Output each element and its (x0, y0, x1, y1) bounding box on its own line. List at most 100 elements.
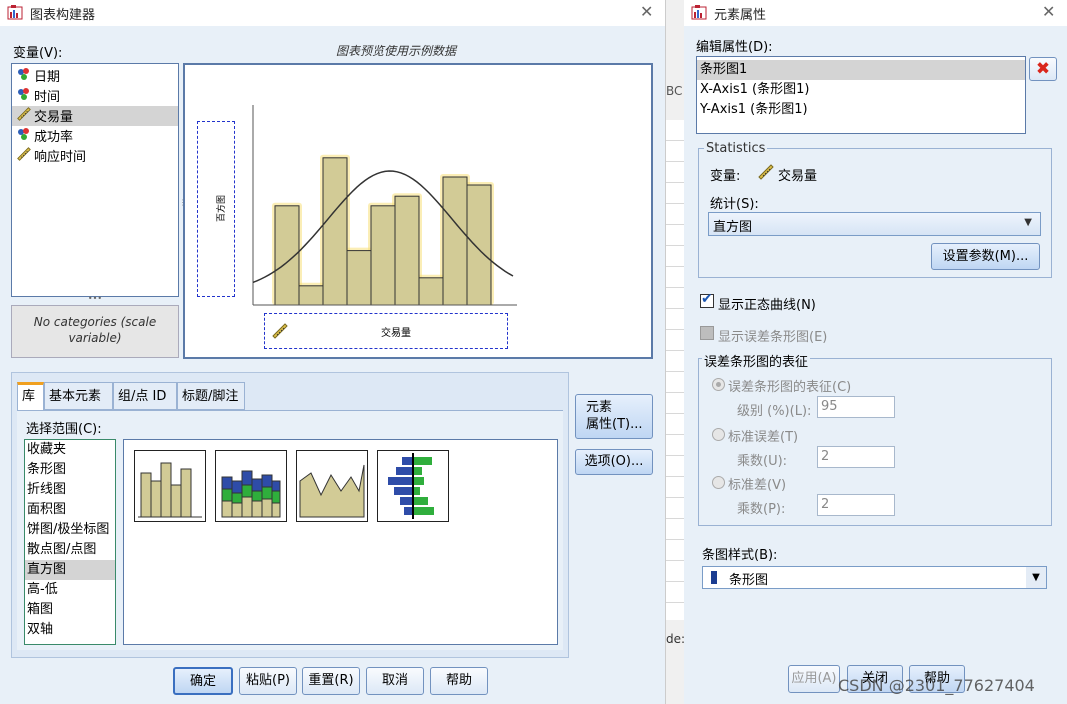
chart-preview-canvas[interactable]: 百方图 交易量 (183, 63, 653, 359)
histogram-preview (252, 105, 517, 306)
stat-select[interactable]: 直方图 ▼ (708, 212, 1041, 236)
chart-type-item[interactable]: 高-低 (25, 580, 115, 600)
variable-label-text: 交易量 (34, 110, 74, 125)
chevron-down-icon: ▼ (1024, 217, 1032, 228)
bg-fragment-bottom: de: (666, 632, 686, 646)
variable-value: 交易量 (778, 169, 818, 184)
normal-curve-checkbox[interactable]: ✔ (700, 291, 714, 308)
delete-x-icon: ✖ (1035, 59, 1051, 79)
dialog-title: 图表构建器 (30, 8, 96, 23)
variable-label-text: 日期 (34, 70, 61, 85)
error-bars-checkbox[interactable] (700, 326, 714, 340)
error-radio[interactable] (712, 378, 725, 391)
error-value-field[interactable]: 95 (817, 396, 895, 418)
right-close-icon[interactable]: ✕ (1042, 2, 1055, 21)
variable-item[interactable]: 响应时间 (12, 146, 178, 166)
reset-button[interactable]: 重置(R) (302, 667, 360, 695)
apply-button[interactable]: 应用(A) (788, 665, 840, 693)
bar-swatch-icon (711, 571, 717, 584)
bar-style-select[interactable]: 条形图 ▼ (702, 566, 1047, 589)
normal-curve-label: 显示正态曲线(N) (718, 298, 816, 313)
variable-label: 变量: (710, 169, 741, 184)
element-properties-button[interactable]: 元素 属性(T)... (575, 394, 653, 439)
ok-button[interactable]: 确定 (173, 667, 233, 695)
simple-histogram-thumb[interactable] (134, 450, 206, 522)
chart-type-list[interactable]: 收藏夹 条形图 折线图 面积图 饼图/极坐标图 散点图/点图 直方图 高-低 箱图 双轴 (24, 439, 116, 645)
histogram-bar (298, 285, 324, 306)
chart-type-item[interactable]: 饼图/极坐标图 (25, 520, 115, 540)
error-sub-label: 乘数(U): (737, 454, 788, 469)
close-icon[interactable]: ✕ (640, 2, 653, 21)
y-axis-label: 百方图 (217, 194, 228, 223)
stat-select-value: 直方图 (713, 220, 753, 235)
bar-style-label: 条图样式(B): (702, 548, 778, 563)
stacked-histogram-thumb[interactable] (215, 450, 287, 522)
scale-icon (271, 322, 289, 344)
scale-icon (16, 146, 34, 169)
paste-button[interactable]: 粘贴(P) (239, 667, 297, 695)
error-value-field[interactable]: 2 (817, 446, 895, 468)
histogram-bar (442, 176, 468, 306)
chart-type-item[interactable]: 箱图 (25, 600, 115, 620)
error-radio[interactable] (712, 476, 725, 489)
error-radio-label: 标准差(V) (728, 478, 787, 493)
choose-from-label: 选择范围(C): (26, 422, 102, 437)
x-axis-drop-zone[interactable]: 交易量 (264, 313, 508, 349)
tab-item[interactable]: 基本元素 (44, 382, 113, 410)
chart-type-item[interactable]: 面积图 (25, 500, 115, 520)
y-axis-drop-zone[interactable]: 百方图 (197, 121, 235, 297)
histogram-bar (466, 184, 492, 306)
variable-item[interactable]: 时间 (12, 86, 178, 106)
histogram-bar (346, 250, 372, 306)
frequency-polygon-thumb[interactable] (296, 450, 368, 522)
chart-type-item[interactable]: 收藏夹 (25, 440, 115, 460)
variables-list[interactable]: 日期时间交易量 成功率 响应时间 (11, 63, 179, 297)
props-list-item[interactable]: Y-Axis1 (条形图1) (697, 100, 1025, 120)
variable-item[interactable]: 日期 (12, 66, 178, 86)
variable-item[interactable]: 成功率 (12, 126, 178, 146)
preview-title: 图表预览使用示例数据 (336, 44, 457, 58)
app-icon (7, 4, 25, 26)
cancel-button[interactable]: 取消 (366, 667, 424, 695)
population-pyramid-thumb[interactable] (377, 450, 449, 522)
variable-item[interactable]: 交易量 (12, 106, 178, 126)
variables-label: 变量(V): (13, 46, 63, 61)
delete-element-button[interactable]: ✖ (1029, 57, 1057, 81)
variable-scale-icon (757, 163, 775, 185)
splitter-handle[interactable]: ••• (11, 295, 179, 303)
background-window-strip: BC de: (665, 0, 686, 704)
chart-type-item[interactable]: 直方图 (25, 560, 115, 580)
chart-type-item[interactable]: 条形图 (25, 460, 115, 480)
categories-box: No categories (scale variable) (11, 305, 179, 358)
error-radio[interactable] (712, 428, 725, 441)
histogram-bar (418, 277, 444, 306)
props-list[interactable]: 条形图1 X-Axis1 (条形图1) Y-Axis1 (条形图1) (696, 56, 1026, 134)
tab-item[interactable]: 标题/脚注 (177, 382, 245, 410)
checkmark-icon: ✔ (701, 291, 713, 307)
x-axis-label: 交易量 (381, 328, 411, 339)
set-params-button[interactable]: 设置参数(M)... (931, 243, 1040, 270)
right-dialog-title: 元素属性 (714, 8, 767, 23)
chart-type-item[interactable]: 折线图 (25, 480, 115, 500)
chart-builder-dialog: 图表构建器 ✕ 变量(V): 日期 时间 交易量 成功率 响应时间 ••• No cat… (0, 0, 665, 704)
bg-grid (666, 120, 685, 620)
chart-type-item[interactable]: 双轴 (25, 620, 115, 640)
statistics-legend: Statistics (704, 141, 768, 156)
chart-type-item[interactable]: 散点图/点图 (25, 540, 115, 560)
error-bars-label: 显示误差条形图(E) (718, 330, 828, 345)
options-button[interactable]: 选项(O)... (575, 449, 653, 475)
edit-props-label: 编辑属性(D): (696, 40, 773, 55)
bg-fragment-top: BC (666, 84, 683, 98)
props-list-item[interactable]: X-Axis1 (条形图1) (697, 80, 1025, 100)
error-legend: 误差条形图的表征 (702, 351, 811, 370)
error-radio-label: 标准误差(T) (728, 430, 799, 445)
title-bar: 图表构建器 ✕ (0, 0, 665, 26)
tab-item[interactable]: 组/点 ID (113, 382, 177, 410)
error-sub-label: 级别 (%)(L): (737, 404, 812, 419)
error-value-field[interactable]: 2 (817, 494, 895, 516)
tab-item[interactable]: 库 (17, 382, 44, 410)
element-properties-dialog: 元素属性 ✕ 编辑属性(D): 条形图1 X-Axis1 (条形图1) Y-Axis… (684, 0, 1067, 704)
help-button[interactable]: 帮助 (430, 667, 488, 695)
props-list-item[interactable]: 条形图1 (697, 60, 1025, 80)
variable-label-text: 时间 (34, 90, 61, 105)
